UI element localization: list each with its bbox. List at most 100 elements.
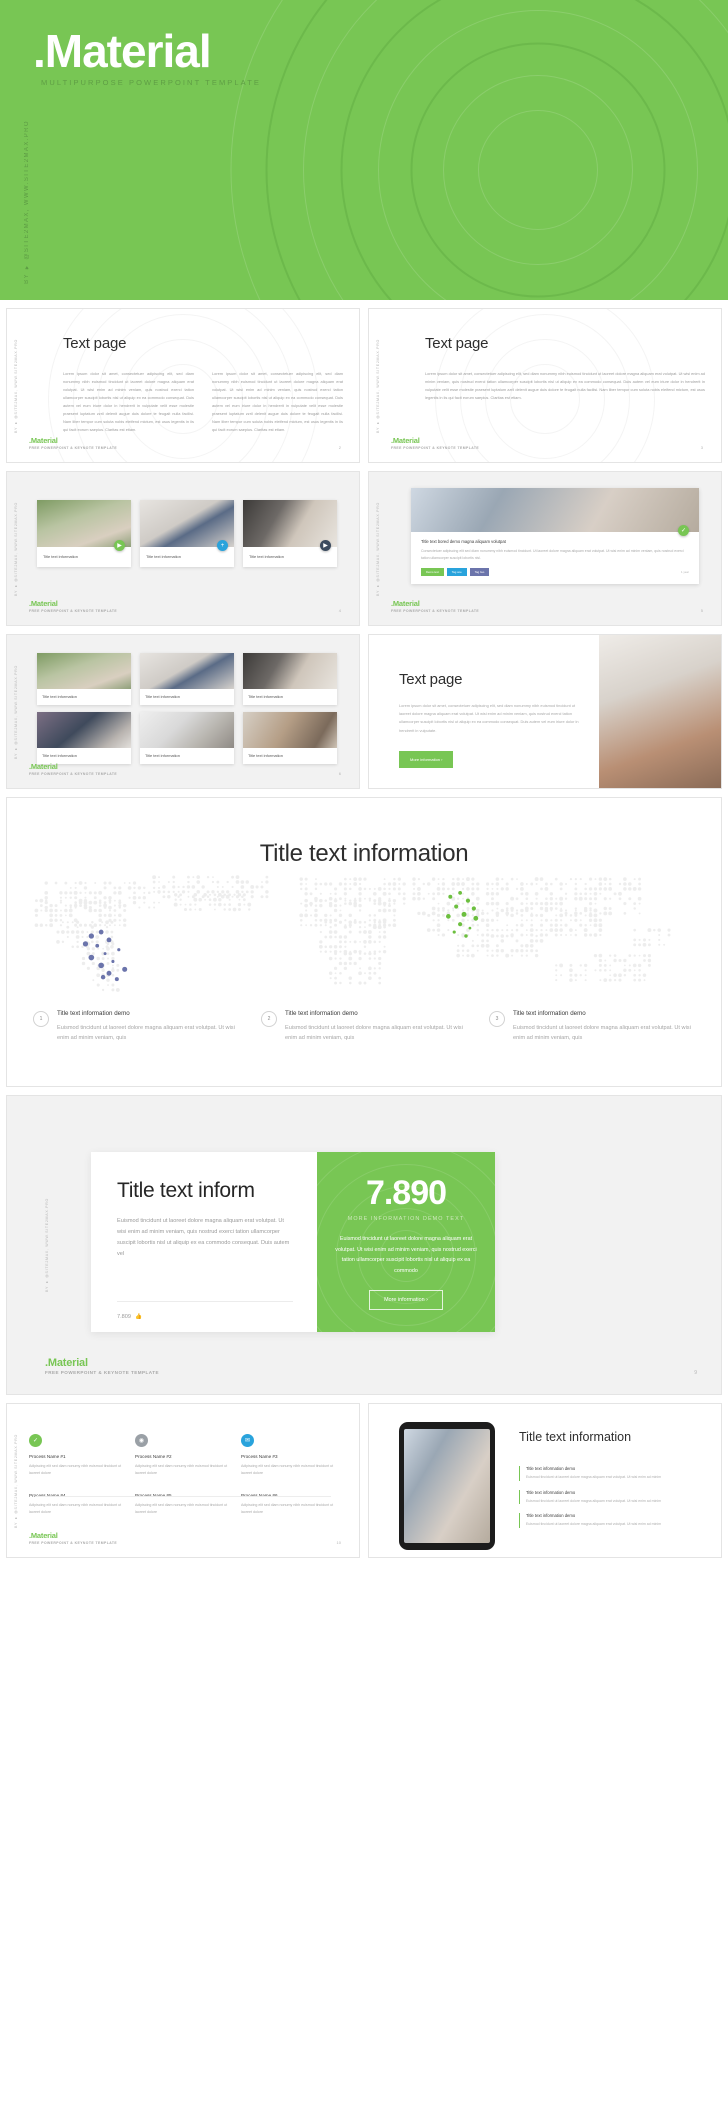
card-image: ✓ <box>411 488 699 532</box>
process-name: Process Name #2 <box>135 1454 231 1459</box>
brand-tagline: FREE POWERPOINT & KEYNOTE TEMPLATE <box>391 610 479 613</box>
slide-footer: .Material FREE POWERPOINT & KEYNOTE TEMP… <box>29 437 341 450</box>
slide-row-1: BY ♥ @SITE2MAX, WWW.SITE2MAX.PRO Text pa… <box>0 308 728 463</box>
world-map-dotted <box>7 870 721 1000</box>
slide-photo <box>599 635 721 788</box>
process-desc: Adipiscing elit sed diam nonumy nibh eui… <box>29 1502 125 1516</box>
card-caption: Title text information <box>140 689 234 705</box>
brand: .Material FREE POWERPOINT & KEYNOTE TEMP… <box>45 1358 159 1376</box>
slide-process-10[interactable]: BY ♥ @SITE2MAX, WWW.SITE2MAX.PRO ✓ Proce… <box>6 1403 360 1558</box>
slide-footer: .Material FREE POWERPOINT & KEYNOTE TEMP… <box>391 600 703 613</box>
slide-title: Text page <box>399 671 581 688</box>
tag[interactable]: Tag two <box>470 568 490 576</box>
list-item: 3 Title text information demo Euismod ti… <box>489 1010 695 1044</box>
brand-tagline: FREE POWERPOINT & KEYNOTE TEMPLATE <box>45 1371 159 1376</box>
play-icon[interactable]: ▶ <box>320 540 331 551</box>
item-title: Title text information demo <box>513 1010 695 1017</box>
photo-card[interactable]: Title text information <box>37 653 131 705</box>
tag[interactable]: Tag one <box>447 568 467 576</box>
brand-name: .Material <box>391 437 479 445</box>
photo-grid: Title text information Title text inform… <box>37 653 337 764</box>
body-text: Lorem ipsum dolor sit amet, consectetuer… <box>425 370 705 402</box>
big-number-subtitle: MORE INFORMATION DEMO TEXT <box>348 1216 464 1222</box>
item-desc: Euismod tincidunt ut laoreet dolore magn… <box>526 1474 661 1481</box>
card-title: Title text bored demo magna aliquam volu… <box>421 539 689 544</box>
big-number: 7.890 <box>366 1176 446 1210</box>
slide-footer: .Material FREE POWERPOINT & KEYNOTE TEMP… <box>29 1532 341 1545</box>
slide-photo-grid-6[interactable]: BY ♥ @SITE2MAX, WWW.SITE2MAX.PRO Title t… <box>6 634 360 789</box>
process-item: ✓ Process Name #1 Adipiscing elit sed di… <box>29 1434 125 1477</box>
card-caption: Title text information <box>243 748 337 764</box>
accent-bar <box>519 1466 520 1481</box>
brand: .Material FREE POWERPOINT & KEYNOTE TEMP… <box>391 600 479 613</box>
slide-vertical-credit: BY ♥ @SITE2MAX, WWW.SITE2MAX.PRO <box>376 501 380 595</box>
item-title: Title text information demo <box>526 1490 661 1495</box>
brand: .Material FREE POWERPOINT & KEYNOTE TEMP… <box>29 437 117 450</box>
card-body: Consectetuer adipiscing elit sed diam no… <box>421 548 689 561</box>
process-desc: Adipiscing elit sed diam nonumy nibh eui… <box>241 1502 337 1516</box>
photo-card[interactable]: Title text information <box>243 712 337 764</box>
brand-name: .Material <box>29 763 117 771</box>
page-number: 9 <box>694 1370 697 1376</box>
card-image <box>140 712 234 748</box>
page-number: 10 <box>337 1540 341 1545</box>
slide-text-page-3[interactable]: BY ♥ @SITE2MAX, WWW.SITE2MAX.PRO Text pa… <box>368 308 722 463</box>
phone-screen <box>404 1429 490 1543</box>
hero-vertical-credit: BY ♥ @SITE2MAX, WWW.SITE2MAX.PRO <box>24 120 30 284</box>
list-item: 2 Title text information demo Euismod ti… <box>261 1010 467 1044</box>
photo-card-list: ▶ Title text information + Title text in… <box>37 500 337 567</box>
tag[interactable]: Demo text <box>421 568 444 576</box>
slide-vertical-credit: BY ♥ @SITE2MAX, WWW.SITE2MAX.PRO <box>14 501 18 595</box>
number-card-left: Title text inform Euismod tincidunt ut l… <box>91 1152 317 1332</box>
card-caption: Title text information <box>243 689 337 705</box>
item-desc: Euismod tincidunt ut laoreet dolore magn… <box>526 1498 661 1505</box>
photo-card[interactable]: + Title text information <box>140 500 234 567</box>
slide-image-card-5[interactable]: BY ♥ @SITE2MAX, WWW.SITE2MAX.PRO ✓ Title… <box>368 471 722 626</box>
list-item: 1 Title text information demo Euismod ti… <box>33 1010 239 1044</box>
process-row-top: ✓ Process Name #1 Adipiscing elit sed di… <box>7 1434 359 1477</box>
card-image <box>243 653 337 689</box>
photo-card[interactable]: Title text information <box>140 653 234 705</box>
process-name: Process Name #1 <box>29 1454 125 1459</box>
slide-title: Text page <box>63 335 343 352</box>
item-number: 1 <box>33 1011 49 1027</box>
check-icon[interactable]: ✓ <box>678 525 689 536</box>
thumbs-up-icon[interactable]: 👍 <box>135 1314 142 1320</box>
more-information-button[interactable]: More information › <box>369 1290 443 1310</box>
slide-number-9[interactable]: BY ♥ @SITE2MAX, WWW.SITE2MAX.PRO Title t… <box>6 1095 722 1395</box>
photo-card[interactable]: Title text information <box>140 712 234 764</box>
card-body: Euismod tincidunt ut laoreet dolore magn… <box>117 1216 293 1261</box>
photo-card[interactable]: ▶ Title text information <box>243 500 337 567</box>
slide-vertical-credit: BY ♥ @SITE2MAX, WWW.SITE2MAX.PRO <box>14 338 18 432</box>
play-icon[interactable]: ▶ <box>114 540 125 551</box>
brand: .Material FREE POWERPOINT & KEYNOTE TEMP… <box>29 600 117 613</box>
card-image <box>37 712 131 748</box>
item-number: 2 <box>261 1011 277 1027</box>
likes-value: 7.809 <box>117 1314 131 1320</box>
item-title: Title text information demo <box>526 1466 661 1471</box>
photo-card[interactable]: ▶ Title text information <box>37 500 131 567</box>
more-information-button[interactable]: More information › <box>399 751 453 768</box>
brand-name: .Material <box>391 600 479 608</box>
process-name: Process Name #3 <box>241 1454 337 1459</box>
image-card[interactable]: ✓ Title text bored demo magna aliquam vo… <box>411 488 699 584</box>
card-image <box>37 653 131 689</box>
slide-text-photo-7[interactable]: Text page Lorem ipsum dolor sit amet, co… <box>368 634 722 789</box>
feature-list: Title text information demo Euismod tinc… <box>519 1466 703 1537</box>
slide-world-map-8[interactable]: Title text information 1 Title text info… <box>6 797 722 1087</box>
brand-tagline: FREE POWERPOINT & KEYNOTE TEMPLATE <box>29 773 117 776</box>
slide-phone-11[interactable]: Title text information Title text inform… <box>368 1403 722 1558</box>
tag-list: Demo text Tag one Tag two <box>421 568 489 576</box>
slide-photo-cards-4[interactable]: BY ♥ @SITE2MAX, WWW.SITE2MAX.PRO ▶ Title… <box>6 471 360 626</box>
photo-card[interactable]: Title text information <box>37 712 131 764</box>
slide-text-page-2[interactable]: BY ♥ @SITE2MAX, WWW.SITE2MAX.PRO Text pa… <box>6 308 360 463</box>
plus-icon[interactable]: + <box>217 540 228 551</box>
slide-title: Title text information <box>519 1430 631 1446</box>
card-title: Title text inform <box>117 1178 293 1204</box>
photo-card-row: Title text information Title text inform… <box>37 712 337 764</box>
slide-vertical-credit: BY ♥ @SITE2MAX, WWW.SITE2MAX.PRO <box>376 338 380 432</box>
brand: .Material FREE POWERPOINT & KEYNOTE TEMP… <box>29 1532 117 1545</box>
page-number: 3 <box>701 445 703 450</box>
slide-footer: .Material FREE POWERPOINT & KEYNOTE TEMP… <box>45 1358 697 1376</box>
photo-card[interactable]: Title text information <box>243 653 337 705</box>
